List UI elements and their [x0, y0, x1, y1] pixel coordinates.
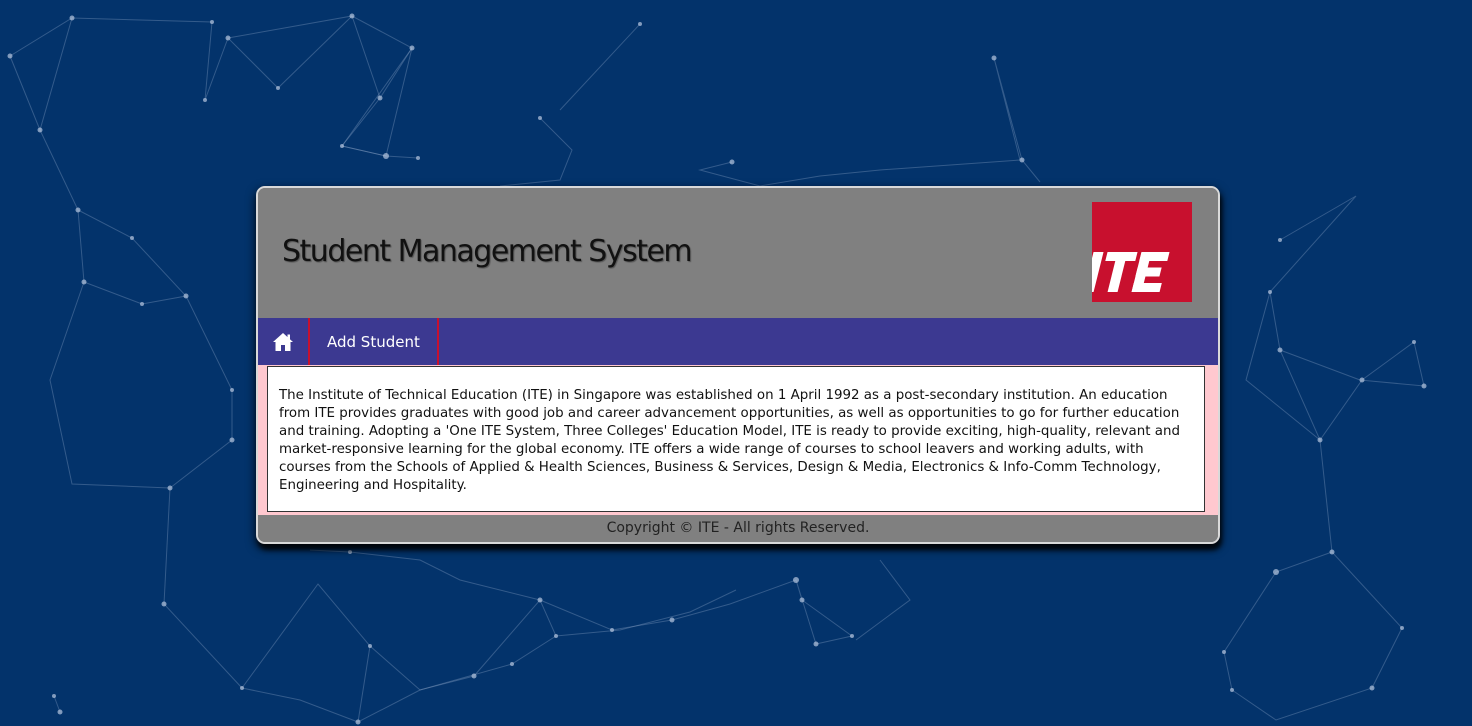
nav-item-label: Add Student: [327, 332, 420, 351]
main-panel: Student Management System Add Student Th…: [256, 186, 1220, 544]
copyright-text: Copyright © ITE - All rights Reserved.: [606, 520, 870, 536]
about-paragraph: The Institute of Technical Education (IT…: [279, 388, 1180, 493]
nav-item-add-student[interactable]: Add Student: [310, 318, 439, 365]
nav-bar: Add Student: [258, 318, 1218, 365]
footer: Copyright © ITE - All rights Reserved.: [258, 515, 1218, 542]
home-button[interactable]: [258, 318, 310, 365]
page-header: Student Management System: [258, 188, 1218, 318]
content-border: The Institute of Technical Education (IT…: [258, 365, 1218, 515]
page-title: Student Management System: [282, 234, 693, 269]
home-icon: [273, 332, 293, 351]
content-box: The Institute of Technical Education (IT…: [267, 366, 1205, 512]
ite-logo: [1092, 202, 1192, 302]
